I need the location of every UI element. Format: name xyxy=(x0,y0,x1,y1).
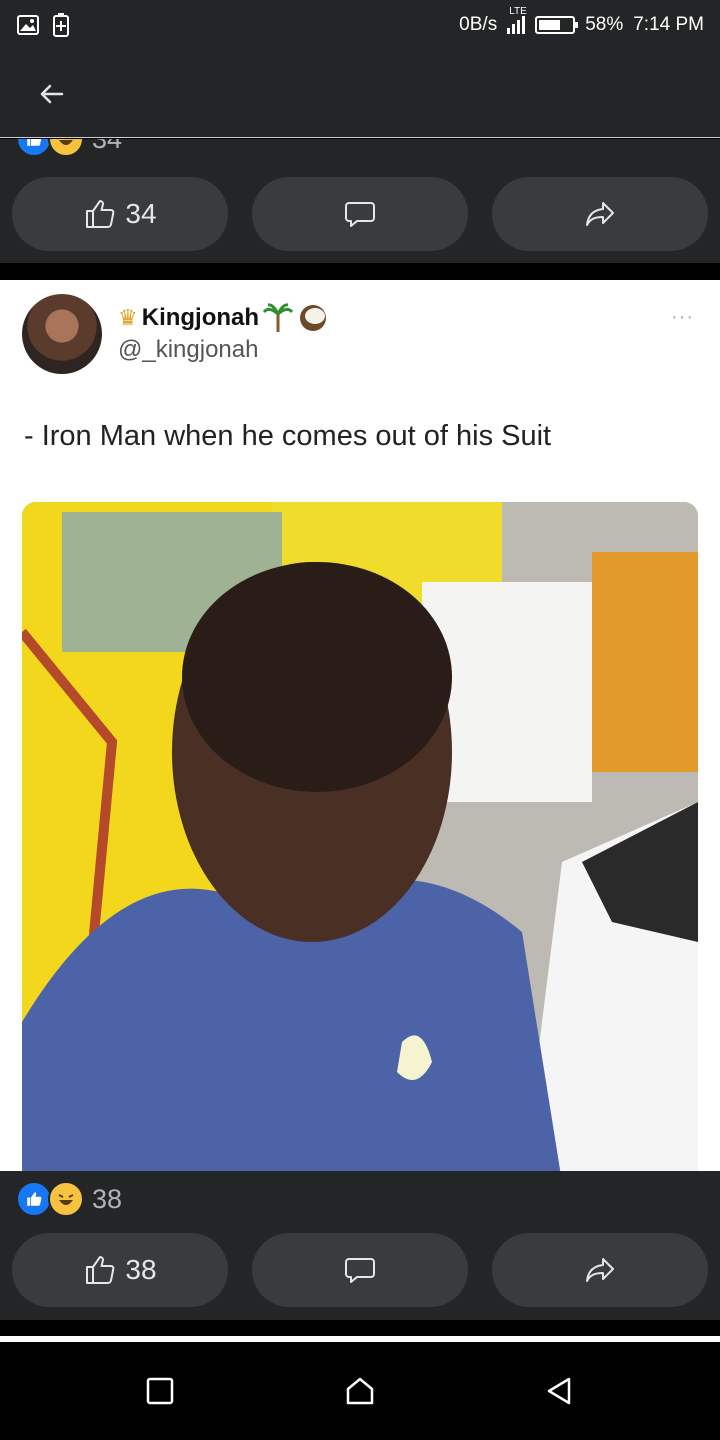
like-button[interactable]: 34 xyxy=(12,177,228,251)
crown-icon: ♛ xyxy=(118,305,138,330)
reaction-summary[interactable]: 38 xyxy=(16,1181,122,1217)
thumbs-up-icon xyxy=(86,1256,115,1284)
home-icon[interactable] xyxy=(345,1376,375,1406)
previous-post-actions: 34 34 xyxy=(0,139,720,263)
like-reaction-icon xyxy=(16,1181,52,1217)
status-bar: 0B/s LTE 58% 7:14 PM xyxy=(0,0,720,50)
triangle-back-icon[interactable] xyxy=(544,1376,574,1406)
reaction-summary[interactable]: 34 xyxy=(16,139,122,157)
divider xyxy=(0,263,720,280)
post-image[interactable]: ♛ Kingjonah @_kingjonah ··· - Iron Man w… xyxy=(0,280,720,1171)
share-button[interactable] xyxy=(492,177,708,251)
divider xyxy=(0,1320,720,1336)
reaction-count: 38 xyxy=(92,1183,123,1214)
haha-reaction-icon xyxy=(48,139,84,157)
comment-icon xyxy=(345,202,375,227)
share-icon xyxy=(586,1258,614,1282)
like-reaction-icon xyxy=(16,139,52,157)
coconut-icon xyxy=(300,305,327,331)
post-actions: 38 38 xyxy=(0,1171,720,1320)
tweet-text: - Iron Man when he comes out of his Suit xyxy=(24,420,552,452)
palm-tree-icon xyxy=(263,303,294,332)
author-name-text: Kingjonah xyxy=(141,304,260,331)
author-handle: @_kingjonah xyxy=(118,336,259,363)
arrow-left-icon[interactable] xyxy=(34,76,70,112)
clock: 7:14 PM xyxy=(633,14,704,35)
share-button[interactable] xyxy=(492,1233,708,1307)
battery-icon xyxy=(535,16,579,34)
like-count: 38 xyxy=(125,1254,157,1285)
author-avatar xyxy=(22,294,102,374)
battery-percent: 58% xyxy=(585,14,624,35)
comment-icon xyxy=(345,1258,375,1283)
system-nav-bar xyxy=(0,1342,720,1440)
author-name: ♛ Kingjonah xyxy=(118,302,329,334)
square-icon[interactable] xyxy=(145,1376,175,1406)
reaction-count: 34 xyxy=(92,139,122,155)
haha-reaction-icon xyxy=(48,1181,84,1217)
comment-button[interactable] xyxy=(252,177,468,251)
gallery-icon xyxy=(17,15,39,35)
more-options-icon: ··· xyxy=(671,306,694,328)
like-count: 34 xyxy=(125,198,157,229)
battery-saver-icon xyxy=(53,13,69,37)
thumbs-up-icon xyxy=(86,200,115,228)
app-header xyxy=(0,50,720,138)
network-type: LTE xyxy=(509,6,527,17)
like-button[interactable]: 38 xyxy=(12,1233,228,1307)
comment-button[interactable] xyxy=(252,1233,468,1307)
net-speed: 0B/s xyxy=(459,14,498,35)
share-icon xyxy=(586,202,614,226)
meme-photo xyxy=(22,502,698,1171)
signal-icon: LTE xyxy=(507,6,527,34)
